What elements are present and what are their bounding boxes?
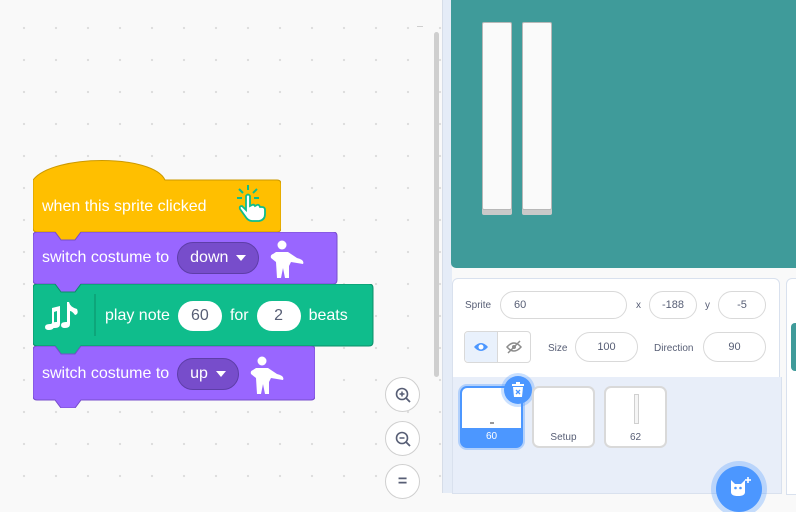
workspace-corner-mark bbox=[417, 26, 423, 27]
delete-sprite-button[interactable] bbox=[504, 376, 532, 404]
sprite-tile-setup[interactable]: Setup bbox=[532, 386, 595, 448]
zoom-out-button[interactable] bbox=[385, 421, 420, 456]
beats-input[interactable]: 2 bbox=[256, 301, 301, 331]
costume-dropdown-down[interactable]: down bbox=[177, 242, 260, 274]
workspace-scrollbar[interactable] bbox=[434, 32, 439, 377]
zoom-out-icon bbox=[395, 431, 411, 447]
caret-down-icon bbox=[215, 371, 226, 377]
x-position-input[interactable]: -188 bbox=[649, 291, 697, 319]
sprite-name-label: Sprite bbox=[465, 300, 492, 311]
eye-icon bbox=[474, 343, 488, 351]
zoom-reset-button[interactable]: = bbox=[385, 464, 420, 499]
stage-target-pane bbox=[786, 278, 796, 495]
zoom-reset-icon: = bbox=[397, 472, 408, 490]
stage-target-tab[interactable] bbox=[791, 323, 796, 371]
superhero-costume-icon bbox=[271, 240, 304, 278]
stage-sprite-key-right bbox=[522, 22, 552, 210]
direction-label: Direction bbox=[654, 343, 694, 354]
beats-label: beats bbox=[308, 307, 348, 324]
sprite-thumbnail bbox=[490, 422, 494, 424]
costume-dropdown-value: down bbox=[190, 249, 229, 266]
size-label: Size bbox=[548, 343, 568, 354]
music-notes-icon bbox=[45, 302, 78, 330]
direction-input[interactable]: 90 bbox=[703, 332, 766, 362]
show-button[interactable] bbox=[465, 332, 497, 362]
y-position-input[interactable]: -5 bbox=[718, 291, 766, 319]
caret-down-icon bbox=[236, 255, 247, 261]
size-input[interactable]: 100 bbox=[575, 332, 638, 362]
eye-slash-icon bbox=[506, 340, 522, 354]
y-label: y bbox=[705, 300, 710, 311]
sprite-tile-62[interactable]: 62 bbox=[604, 386, 667, 448]
for-label: for bbox=[229, 307, 249, 324]
costume-dropdown-up[interactable]: up bbox=[177, 358, 239, 390]
switch-costume-block-up[interactable]: switch costume to up bbox=[33, 346, 315, 408]
trash-icon bbox=[512, 382, 524, 397]
sprite-name-input[interactable]: 60 bbox=[500, 291, 627, 319]
switch-costume-label: switch costume to bbox=[42, 365, 170, 382]
play-note-block[interactable]: play note 60 for 2 beats bbox=[33, 284, 374, 354]
visibility-toggle bbox=[464, 331, 531, 363]
superhero-costume-icon bbox=[250, 356, 284, 394]
note-input[interactable]: 60 bbox=[177, 301, 222, 331]
hide-button[interactable] bbox=[497, 332, 530, 362]
sprite-thumbnail bbox=[634, 394, 639, 424]
switch-costume-label: switch costume to bbox=[42, 249, 170, 266]
switch-costume-block-down[interactable]: switch costume to down bbox=[33, 232, 338, 292]
hat-block-when-sprite-clicked[interactable]: when this sprite clicked bbox=[33, 160, 281, 242]
sprite-tile-name: 60 bbox=[462, 428, 521, 446]
zoom-in-icon bbox=[395, 387, 411, 403]
pointing-hand-icon bbox=[237, 185, 266, 222]
zoom-in-button[interactable] bbox=[385, 377, 420, 412]
cat-add-icon bbox=[731, 477, 751, 496]
x-label: x bbox=[636, 300, 641, 311]
hat-block-label: when this sprite clicked bbox=[42, 198, 207, 215]
play-note-label: play note bbox=[105, 307, 170, 324]
sprite-tile-name: Setup bbox=[550, 432, 577, 443]
costume-dropdown-value: up bbox=[190, 365, 208, 382]
sprite-tile-name: 62 bbox=[629, 432, 642, 443]
stage-sprite-key-left bbox=[482, 22, 512, 210]
add-sprite-button[interactable] bbox=[716, 466, 762, 512]
stage[interactable] bbox=[451, 0, 796, 268]
